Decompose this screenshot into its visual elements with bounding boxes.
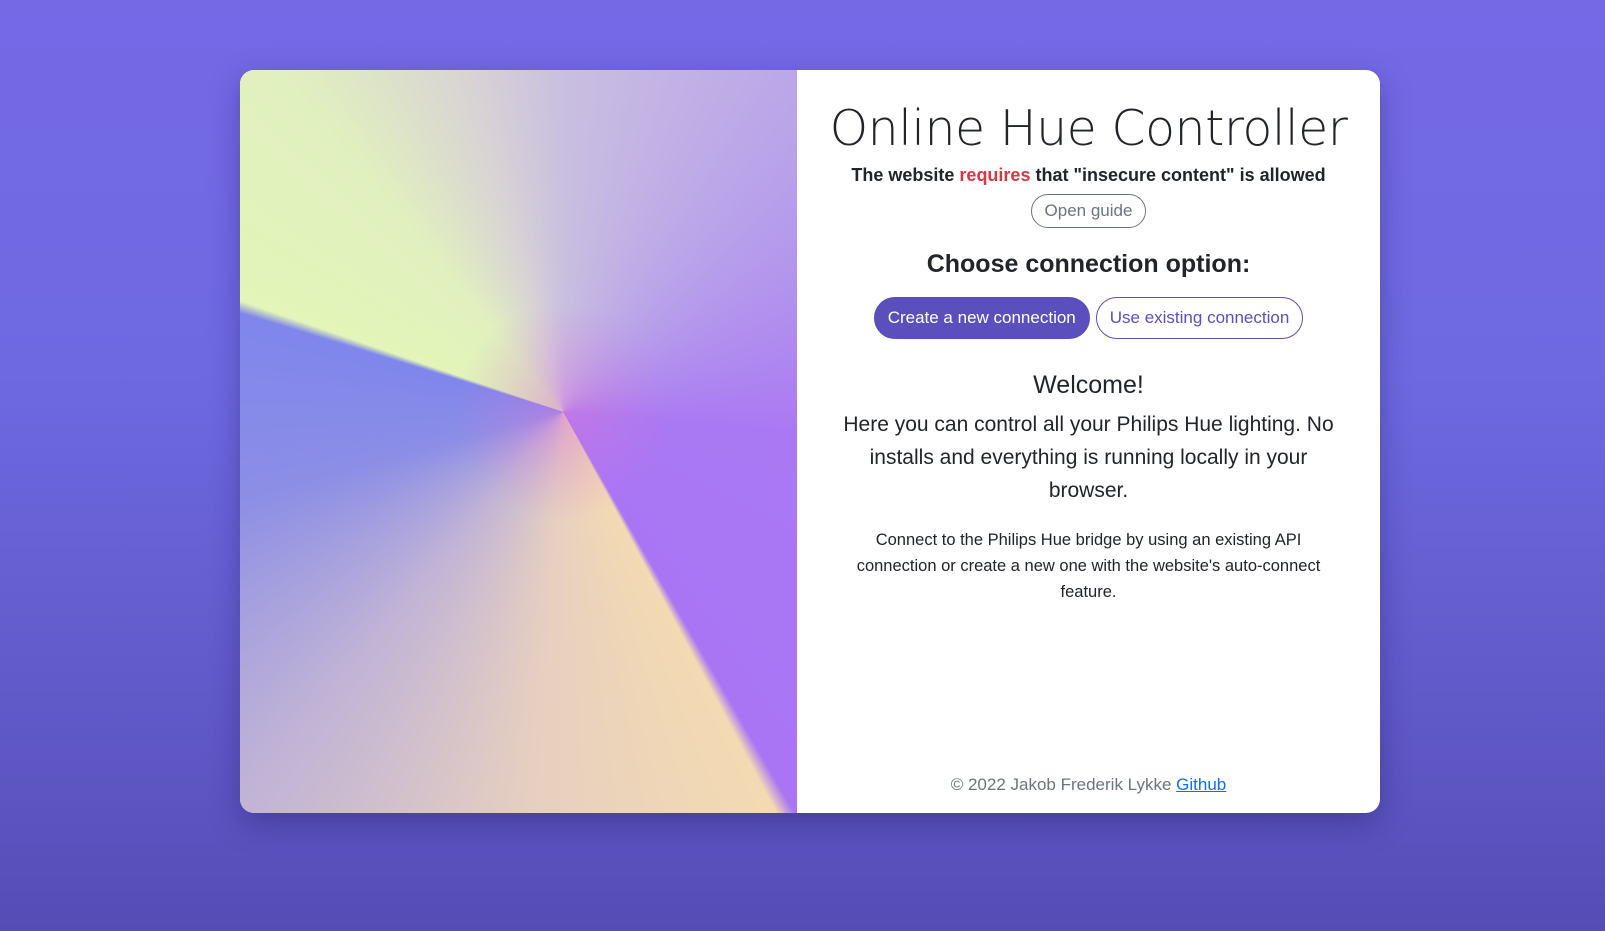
existing-connection-button[interactable]: Use existing connection: [1095, 296, 1304, 339]
main-card: Online Hue Controller The website requir…: [240, 70, 1380, 813]
footer: © 2022 Jakob Frederik Lykke Github: [797, 775, 1380, 795]
connection-heading: Choose connection option:: [926, 249, 1251, 278]
connection-options: Create a new connection Use existing con…: [797, 296, 1380, 339]
notice-requires: requires: [959, 164, 1031, 185]
hue-gradient-image: [240, 70, 797, 813]
open-guide-button[interactable]: Open guide: [1030, 193, 1147, 228]
copyright-text: © 2022 Jakob Frederik Lykke: [950, 775, 1177, 794]
welcome-text: Here you can control all your Philips Hu…: [843, 412, 1334, 502]
insecure-content-notice: The website requires that "insecure cont…: [797, 165, 1380, 186]
github-link[interactable]: Github: [1176, 775, 1226, 794]
notice-suffix: that "insecure content" is allowed: [1030, 164, 1326, 185]
connect-description: Connect to the Philips Hue bridge by usi…: [856, 530, 1321, 601]
content-panel: Online Hue Controller The website requir…: [797, 70, 1380, 813]
page-title: Online Hue Controller: [829, 100, 1348, 157]
notice-prefix: The website: [851, 164, 960, 185]
create-connection-button[interactable]: Create a new connection: [873, 296, 1090, 339]
welcome-heading: Welcome!: [1033, 370, 1144, 399]
